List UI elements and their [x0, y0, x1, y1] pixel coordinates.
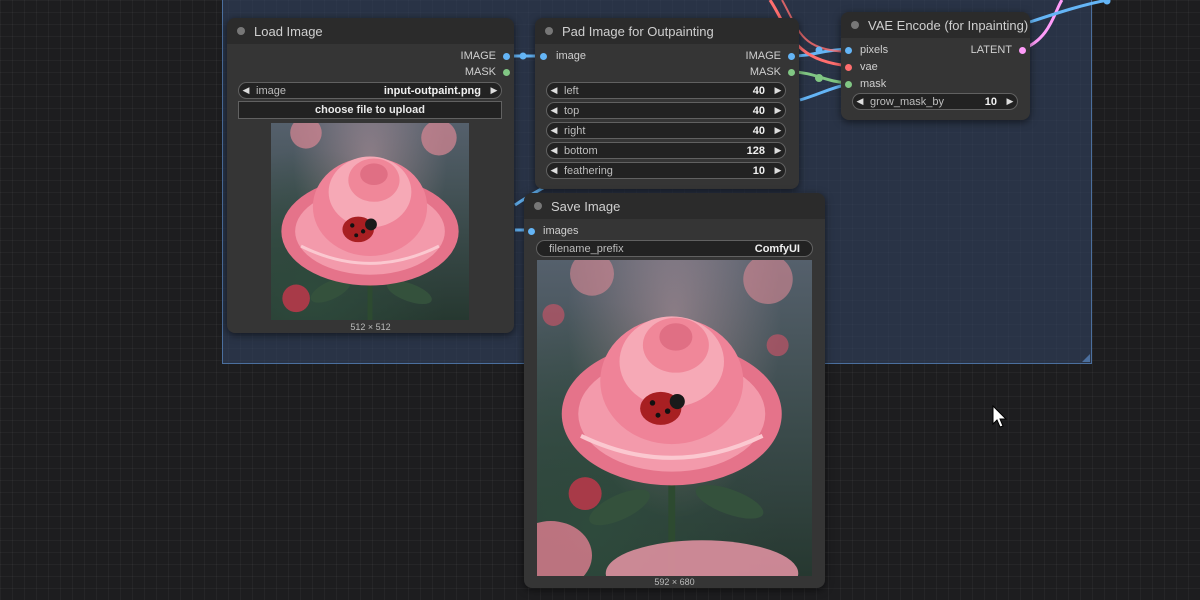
- bottom-number-widget[interactable]: ◀ bottom 128 ▶: [546, 142, 786, 159]
- widget-value: 40: [752, 124, 765, 137]
- vae-encode-title-bar[interactable]: VAE Encode (for Inpainting): [841, 12, 1030, 38]
- input-slot-images[interactable]: images: [528, 223, 648, 239]
- save-image-title-bar[interactable]: Save Image: [524, 193, 825, 219]
- input-slot-mask[interactable]: mask: [845, 76, 935, 92]
- vae-slot-dot-icon[interactable]: [845, 63, 852, 71]
- pad-image-title-bar[interactable]: Pad Image for Outpainting: [535, 18, 799, 44]
- grow-mask-by-widget[interactable]: ◀ grow_mask_by 10 ▶: [852, 93, 1018, 110]
- mask-slot-dot-icon[interactable]: [788, 68, 795, 76]
- widget-value: ComfyUI: [754, 242, 800, 255]
- widget-value: 10: [984, 95, 997, 108]
- slot-label: image: [556, 50, 586, 62]
- input-slot-vae[interactable]: vae: [845, 59, 935, 75]
- pad-image-node[interactable]: Pad Image for Outpainting image IMAGE MA…: [535, 18, 799, 189]
- group-resize-handle[interactable]: [1082, 354, 1090, 362]
- output-slot-image[interactable]: IMAGE: [675, 48, 795, 64]
- widget-label: feathering: [564, 164, 613, 177]
- slot-label: mask: [860, 78, 887, 90]
- right-number-widget[interactable]: ◀ right 40 ▶: [546, 122, 786, 139]
- mask-slot-dot-icon[interactable]: [503, 68, 510, 76]
- top-number-widget[interactable]: ◀ top 40 ▶: [546, 102, 786, 119]
- slot-label: IMAGE: [460, 50, 496, 62]
- widget-label: top: [564, 104, 580, 117]
- left-arrow-icon[interactable]: ◀: [853, 96, 867, 107]
- node-title: Save Image: [551, 198, 621, 214]
- right-arrow-icon[interactable]: ▶: [771, 105, 785, 116]
- image-preview: [271, 123, 469, 320]
- image-size-caption: 592 × 680: [654, 577, 695, 587]
- widget-label: bottom: [564, 144, 598, 157]
- collapse-dot-icon[interactable]: [851, 21, 859, 29]
- right-arrow-icon[interactable]: ▶: [771, 165, 785, 176]
- slot-label: vae: [860, 61, 878, 73]
- collapse-dot-icon[interactable]: [237, 27, 245, 35]
- widget-value: input-outpaint.png: [383, 84, 481, 97]
- widget-label: left: [564, 84, 579, 97]
- right-arrow-icon[interactable]: ▶: [771, 145, 785, 156]
- left-arrow-icon[interactable]: ◀: [547, 105, 561, 116]
- output-slot-mask[interactable]: MASK: [675, 64, 795, 80]
- collapse-dot-icon[interactable]: [534, 202, 542, 210]
- save-image-node[interactable]: Save Image images filename_prefix ComfyU…: [524, 193, 825, 588]
- left-arrow-icon[interactable]: ◀: [547, 125, 561, 136]
- slot-label: LATENT: [970, 44, 1012, 56]
- widget-value: 40: [752, 104, 765, 117]
- image-slot-dot-icon[interactable]: [503, 52, 510, 60]
- left-arrow-icon[interactable]: ◀: [547, 85, 561, 96]
- latent-slot-dot-icon[interactable]: [1019, 46, 1026, 54]
- slot-label: MASK: [464, 66, 496, 78]
- load-image-node[interactable]: Load Image IMAGE MASK ◀ image input-outp…: [227, 18, 514, 333]
- feathering-number-widget[interactable]: ◀ feathering 10 ▶: [546, 162, 786, 179]
- right-arrow-icon[interactable]: ▶: [487, 85, 501, 96]
- saved-image-preview: [537, 260, 812, 576]
- right-arrow-icon[interactable]: ▶: [771, 85, 785, 96]
- widget-value: 40: [752, 84, 765, 97]
- node-title: VAE Encode (for Inpainting): [868, 17, 1029, 33]
- output-slot-image[interactable]: IMAGE: [360, 48, 510, 64]
- mouse-cursor-icon: [992, 405, 1008, 428]
- input-slot-image[interactable]: image: [540, 48, 660, 64]
- image-slot-dot-icon[interactable]: [540, 52, 547, 60]
- widget-label: filename_prefix: [549, 242, 624, 255]
- widget-value: 10: [752, 164, 765, 177]
- rose-picture: [537, 260, 799, 576]
- left-number-widget[interactable]: ◀ left 40 ▶: [546, 82, 786, 99]
- slot-label: MASK: [749, 66, 781, 78]
- input-slot-pixels[interactable]: pixels: [845, 42, 935, 58]
- image-size-caption: 512 × 512: [350, 322, 391, 332]
- widget-label: image: [256, 84, 286, 97]
- output-slot-mask[interactable]: MASK: [360, 64, 510, 80]
- collapse-dot-icon[interactable]: [545, 27, 553, 35]
- image-slot-dot-icon[interactable]: [528, 227, 535, 235]
- rose-picture: [281, 123, 459, 320]
- filename-prefix-widget[interactable]: filename_prefix ComfyUI: [536, 240, 813, 257]
- widget-label: right: [564, 124, 586, 137]
- image-slot-dot-icon[interactable]: [788, 52, 795, 60]
- right-arrow-icon[interactable]: ▶: [1003, 96, 1017, 107]
- load-image-title-bar[interactable]: Load Image: [227, 18, 514, 44]
- vae-encode-node[interactable]: VAE Encode (for Inpainting) pixels vae m…: [841, 12, 1030, 120]
- slot-label: pixels: [860, 44, 889, 56]
- image-slot-dot-icon[interactable]: [845, 46, 852, 54]
- upload-button[interactable]: choose file to upload: [238, 101, 502, 119]
- output-slot-latent[interactable]: LATENT: [936, 42, 1026, 58]
- node-title: Load Image: [254, 23, 323, 39]
- left-arrow-icon[interactable]: ◀: [547, 165, 561, 176]
- right-arrow-icon[interactable]: ▶: [771, 125, 785, 136]
- left-arrow-icon[interactable]: ◀: [239, 85, 253, 96]
- widget-label: grow_mask_by: [870, 95, 944, 108]
- widget-value: 128: [746, 144, 765, 157]
- image-combo-widget[interactable]: ◀ image input-outpaint.png ▶: [238, 82, 502, 99]
- left-arrow-icon[interactable]: ◀: [547, 145, 561, 156]
- slot-label: IMAGE: [745, 50, 781, 62]
- mask-slot-dot-icon[interactable]: [845, 80, 852, 88]
- node-title: Pad Image for Outpainting: [562, 23, 714, 39]
- slot-label: images: [543, 225, 579, 237]
